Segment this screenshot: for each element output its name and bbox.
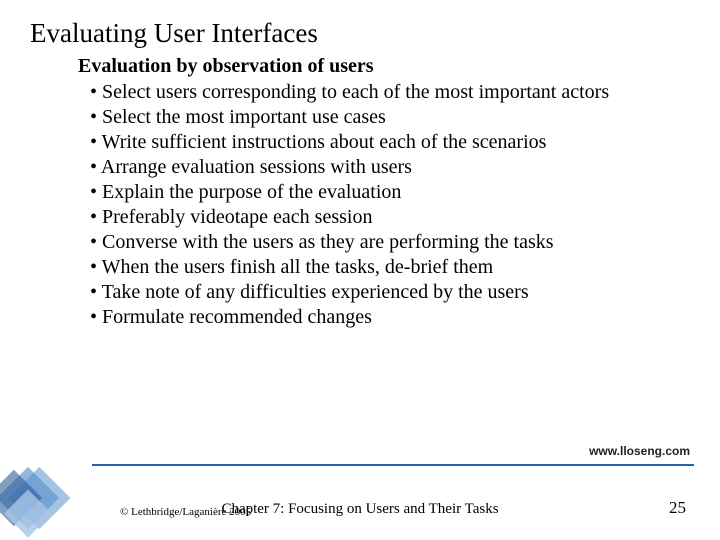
bullet-item: Select users corresponding to each of th… (90, 80, 692, 105)
bullet-item: Explain the purpose of the evaluation (90, 180, 692, 205)
slide-subtitle: Evaluation by observation of users (78, 55, 692, 78)
bullet-item: Converse with the users as they are perf… (90, 230, 692, 255)
page-number: 25 (669, 498, 686, 518)
slide-footer: www.lloseng.com © Lethbridge/Laganière 2… (0, 450, 720, 540)
footer-url: www.lloseng.com (589, 444, 690, 458)
footer-chapter: Chapter 7: Focusing on Users and Their T… (0, 501, 720, 518)
footer-divider (92, 464, 694, 466)
bullet-item: Preferably videotape each session (90, 205, 692, 230)
bullet-item: Write sufficient instructions about each… (90, 130, 692, 155)
slide: Evaluating User Interfaces Evaluation by… (0, 0, 720, 540)
bullet-item: Formulate recommended changes (90, 305, 692, 330)
corner-decoration-icon (0, 460, 92, 540)
bullet-item: Select the most important use cases (90, 105, 692, 130)
bullet-list: Select users corresponding to each of th… (90, 80, 692, 330)
bullet-item: When the users finish all the tasks, de-… (90, 255, 692, 280)
bullet-item: Arrange evaluation sessions with users (90, 155, 692, 180)
slide-title: Evaluating User Interfaces (30, 18, 692, 49)
bullet-item: Take note of any difficulties experience… (90, 280, 692, 305)
